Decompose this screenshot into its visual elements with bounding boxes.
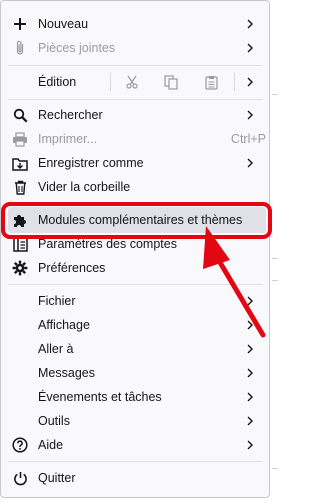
menu-item-go[interactable]: Aller à (8, 338, 262, 360)
menu-item-label: Nouveau (38, 17, 89, 31)
chevron-right-icon (247, 110, 253, 120)
scissors-icon[interactable] (119, 71, 145, 93)
menu-item-label: Aller à (38, 342, 74, 356)
menu-separator (8, 202, 262, 203)
menu-item-label: Fichier (38, 294, 76, 308)
menu-item-label: Édition (38, 75, 77, 89)
background-edge (270, 0, 278, 503)
menu-item-label: Pièces jointes (38, 41, 116, 55)
chevron-right-icon (247, 158, 253, 168)
chevron-right-icon (247, 296, 253, 306)
menu-item-events-tasks[interactable]: Évenements et tâches (8, 386, 262, 408)
menu-item-label: Aide (38, 438, 64, 452)
menu-item-file[interactable]: Fichier (8, 290, 262, 312)
search-icon (12, 107, 28, 123)
menu-item-new[interactable]: Nouveau (8, 13, 262, 35)
chevron-right-icon (247, 368, 253, 378)
menu-item-label: Paramètres des comptes (38, 237, 177, 251)
menu-item-attachments[interactable]: Pièces jointes (8, 37, 262, 59)
menu-item-help[interactable]: Aide (8, 434, 262, 456)
menu-item-label: Modules complémentaires et thèmes (38, 213, 243, 227)
gear-icon (12, 260, 28, 276)
menu-item-find[interactable]: Rechercher (8, 104, 262, 126)
menu-separator (8, 99, 262, 100)
background-divider (272, 468, 278, 469)
copy-icon[interactable] (158, 71, 184, 93)
menu-separator (8, 65, 262, 66)
chevron-right-icon (247, 77, 253, 87)
puzzle-icon (12, 212, 28, 228)
divider (110, 73, 111, 91)
paste-icon[interactable] (198, 71, 224, 93)
shortcut-label: Ctrl+P (230, 132, 266, 146)
menu-item-view[interactable]: Affichage (8, 314, 262, 336)
chevron-right-icon (247, 320, 253, 330)
menu-item-print[interactable]: Imprimer... Ctrl+P (8, 128, 266, 150)
divider (234, 73, 235, 91)
chevron-right-icon (247, 392, 253, 402)
chevron-right-icon (247, 440, 253, 450)
menu-item-preferences[interactable]: Préférences (8, 257, 262, 279)
chevron-right-icon (247, 19, 253, 29)
menu-item-label: Imprimer... (38, 132, 98, 146)
plus-icon (12, 16, 28, 32)
background-divider (272, 280, 278, 281)
chevron-right-icon (247, 344, 253, 354)
trash-icon (12, 179, 28, 195)
menu-item-messages[interactable]: Messages (8, 362, 262, 384)
menu-item-account-settings[interactable]: Paramètres des comptes (8, 233, 262, 255)
menu-separator (8, 284, 262, 285)
chevron-right-icon (247, 43, 253, 53)
background-divider (272, 94, 278, 95)
menu-item-label: Évenements et tâches (38, 390, 162, 404)
menu-item-label: Enregistrer comme (38, 156, 144, 170)
menu-item-label: Outils (38, 414, 70, 428)
menu-item-edit[interactable]: Édition (8, 71, 262, 93)
menu-item-tools[interactable]: Outils (8, 410, 262, 432)
menu-separator (8, 461, 262, 462)
menu-item-label: Quitter (38, 471, 76, 485)
menu-item-label: Rechercher (38, 108, 103, 122)
chevron-right-icon (247, 416, 253, 426)
menu-item-label: Messages (38, 366, 95, 380)
save-folder-icon (12, 155, 28, 171)
menu-item-label: Préférences (38, 261, 106, 275)
menu-item-addons[interactable]: Modules complémentaires et thèmes (8, 209, 262, 231)
help-icon (12, 437, 28, 453)
menu-item-label: Vider la corbeille (38, 180, 131, 194)
paperclip-icon (12, 40, 28, 56)
menu-item-empty-trash[interactable]: Vider la corbeille (8, 176, 262, 198)
menu-item-label: Affichage (38, 318, 90, 332)
printer-icon (12, 131, 28, 147)
power-icon (12, 470, 28, 486)
menu-item-quit[interactable]: Quitter (8, 467, 262, 489)
account-settings-icon (12, 236, 28, 252)
background-divider (272, 258, 278, 259)
menu-item-save-as[interactable]: Enregistrer comme (8, 152, 262, 174)
